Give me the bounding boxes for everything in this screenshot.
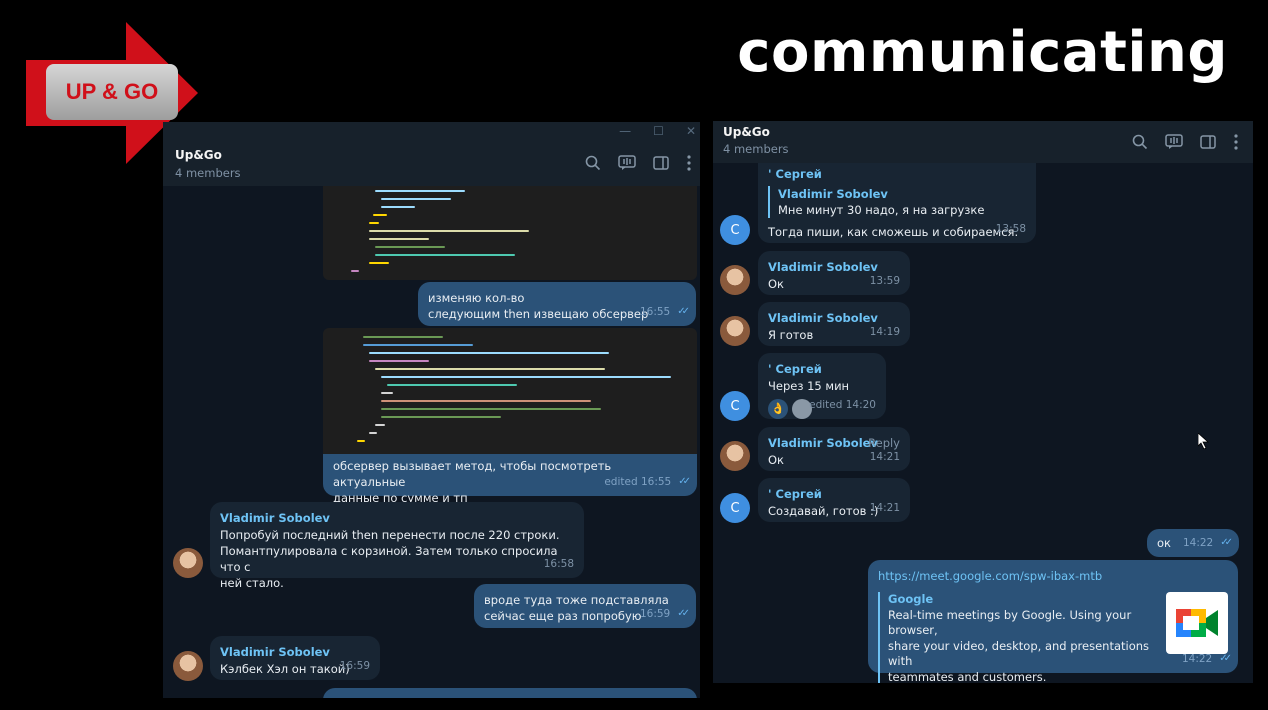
google-meet-icon bbox=[1166, 592, 1228, 654]
avatar[interactable]: С bbox=[720, 493, 750, 523]
member-count: 4 members bbox=[723, 142, 789, 156]
avatar[interactable]: С bbox=[720, 391, 750, 421]
message-meta: 14:21 bbox=[870, 500, 900, 516]
message-bubble[interactable]: Vladimir Sobolev Я готов 14:19 bbox=[758, 302, 910, 346]
message-bubble[interactable]: Vladimir Sobolev Reply Ок 14:21 bbox=[758, 427, 910, 471]
message-meta: 16:55 ✓✓ bbox=[639, 304, 690, 320]
sender-name[interactable]: ' Сергей bbox=[768, 166, 1026, 182]
message-bubble[interactable]: ' Сергей Через 15 мин 👌 edited 14:20 bbox=[758, 353, 886, 419]
avatar[interactable] bbox=[720, 316, 750, 346]
message-text: Помантпулировала с корзиной. Затем тольк… bbox=[220, 544, 558, 574]
message-bubble[interactable]: обсервер вызывает метод, чтобы посмотрет… bbox=[323, 454, 697, 505]
left-chat-window: — ☐ ✕ Up&Go 4 members изменяю кол-во сле… bbox=[163, 122, 700, 698]
reply-quote[interactable]: Vladimir Sobolev Мне минут 30 надо, я на… bbox=[768, 186, 1026, 218]
voice-chat-icon[interactable] bbox=[618, 154, 636, 172]
message-meta: edited 14:20 bbox=[809, 397, 876, 413]
message-text: Попробуй последний then перенести после … bbox=[220, 528, 560, 542]
message-bubble[interactable]: Vladimir Sobolev Кэлбек Хэл он такой) 16… bbox=[210, 636, 380, 680]
message-time: 14:21 bbox=[869, 451, 900, 463]
message-bubble[interactable] bbox=[323, 688, 697, 698]
message-meta: 13:58 bbox=[996, 221, 1026, 237]
sender-name[interactable]: ' Сергей bbox=[768, 361, 876, 377]
preview-description: share your video, desktop, and presentat… bbox=[888, 638, 1150, 669]
message-time: 14:22 bbox=[1181, 653, 1213, 665]
message-bubble[interactable]: Vladimir Sobolev Ок 13:59 bbox=[758, 251, 910, 295]
avatar[interactable] bbox=[173, 651, 203, 681]
message-time: 16:58 bbox=[543, 558, 574, 570]
logo-text: UP & GO bbox=[65, 79, 159, 104]
window-controls: — ☐ ✕ bbox=[619, 124, 696, 138]
more-icon[interactable] bbox=[1233, 133, 1239, 151]
read-check-icon: ✓✓ bbox=[677, 306, 690, 317]
sidebar-toggle-icon[interactable] bbox=[652, 154, 670, 172]
message-meta: 13:59 bbox=[870, 273, 900, 289]
message-meta: 14:22 ✓✓ bbox=[1182, 535, 1233, 551]
message-time: edited 14:20 bbox=[809, 399, 876, 411]
message-time: 14:22 bbox=[1182, 537, 1214, 549]
avatar[interactable] bbox=[720, 441, 750, 471]
message-time: 14:19 bbox=[869, 326, 900, 338]
reaction-emoji[interactable]: 👌 bbox=[768, 399, 788, 419]
message-text: Через 15 мин bbox=[768, 379, 850, 393]
avatar[interactable]: С bbox=[720, 215, 750, 245]
message-meta: 14:22 ✓✓ bbox=[1181, 651, 1232, 667]
message-text: Тогда пиши, как сможешь и собираемся. bbox=[768, 225, 1019, 239]
search-icon[interactable] bbox=[1131, 133, 1149, 151]
chat-title[interactable]: Up&Go bbox=[723, 125, 770, 139]
member-count: 4 members bbox=[175, 166, 241, 180]
maximize-icon[interactable]: ☐ bbox=[653, 124, 664, 138]
sidebar-toggle-icon[interactable] bbox=[1199, 133, 1217, 151]
avatar[interactable] bbox=[173, 548, 203, 578]
message-meta: 16:59 ✓✓ bbox=[639, 606, 690, 622]
avatar[interactable] bbox=[720, 265, 750, 295]
right-chat-window: Up&Go 4 members С ' Сергей Vladimir Sobo… bbox=[713, 121, 1253, 683]
message-time: 14:21 bbox=[869, 502, 900, 514]
message-bubble[interactable]: ок 14:22 ✓✓ bbox=[1147, 529, 1239, 557]
quote-sender: Vladimir Sobolev bbox=[778, 187, 888, 201]
preview-description: teammates and customers. bbox=[888, 669, 1047, 684]
read-check-icon: ✓✓ bbox=[1220, 537, 1233, 548]
message-time: 16:55 bbox=[639, 306, 671, 318]
logo: UP & GO bbox=[46, 64, 178, 120]
slide-title: communicating bbox=[737, 20, 1228, 85]
message-time: 13:59 bbox=[869, 275, 900, 287]
read-check-icon: ✓✓ bbox=[1219, 653, 1232, 664]
read-check-icon: ✓✓ bbox=[677, 608, 690, 619]
close-icon[interactable]: ✕ bbox=[686, 124, 696, 138]
chat-header: Up&Go 4 members bbox=[713, 121, 1253, 163]
message-time: edited 16:55 bbox=[604, 476, 672, 488]
message-meta: 14:21 bbox=[870, 449, 900, 465]
message-bubble[interactable]: ' Сергей Vladimir Sobolev Мне минут 30 н… bbox=[758, 163, 1036, 243]
chat-title[interactable]: Up&Go bbox=[175, 148, 222, 162]
message-bubble[interactable]: ' Сергей Создавай, готов :) 14:21 bbox=[758, 478, 910, 522]
message-meta: 16:58 bbox=[544, 556, 574, 572]
link-preview[interactable]: Google Real-time meetings by Google. Usi… bbox=[878, 592, 1228, 683]
code-screenshot[interactable] bbox=[323, 186, 697, 280]
search-icon[interactable] bbox=[584, 154, 602, 172]
preview-description: Real-time meetings by Google. Using your… bbox=[888, 607, 1132, 638]
message-time: 16:59 bbox=[639, 608, 671, 620]
preview-title: Google bbox=[888, 592, 934, 606]
message-meta: 16:59 bbox=[340, 658, 370, 674]
sender-name[interactable]: Vladimir Sobolev bbox=[220, 510, 574, 526]
message-bubble[interactable]: вроде туда тоже подставляла сейчас еще р… bbox=[474, 584, 696, 628]
message-meta: 14:19 bbox=[870, 324, 900, 340]
more-icon[interactable] bbox=[686, 154, 692, 172]
voice-chat-icon[interactable] bbox=[1165, 133, 1183, 151]
mouse-cursor-icon bbox=[1198, 433, 1210, 449]
message-meta: edited 16:55 ✓✓ bbox=[604, 474, 691, 490]
chat-header: — ☐ ✕ Up&Go 4 members bbox=[163, 122, 700, 186]
slide: UP & GO communicating — ☐ ✕ Up&Go 4 memb… bbox=[0, 0, 1268, 710]
message-time: 13:58 bbox=[995, 223, 1026, 235]
code-screenshot[interactable] bbox=[323, 328, 697, 454]
minimize-icon[interactable]: — bbox=[619, 124, 631, 138]
message-time: 16:59 bbox=[339, 660, 370, 672]
message-bubble[interactable]: изменяю кол-во следующим then извещаю об… bbox=[418, 282, 696, 326]
read-check-icon: ✓✓ bbox=[678, 476, 691, 487]
quote-text: Мне минут 30 надо, я на загрузке bbox=[778, 203, 985, 217]
message-bubble[interactable]: Vladimir Sobolev Попробуй последний then… bbox=[210, 502, 584, 590]
message-bubble[interactable]: https://meet.google.com/spw-ibax-mtb Goo… bbox=[868, 560, 1238, 683]
message-link[interactable]: https://meet.google.com/spw-ibax-mtb bbox=[878, 568, 1228, 584]
